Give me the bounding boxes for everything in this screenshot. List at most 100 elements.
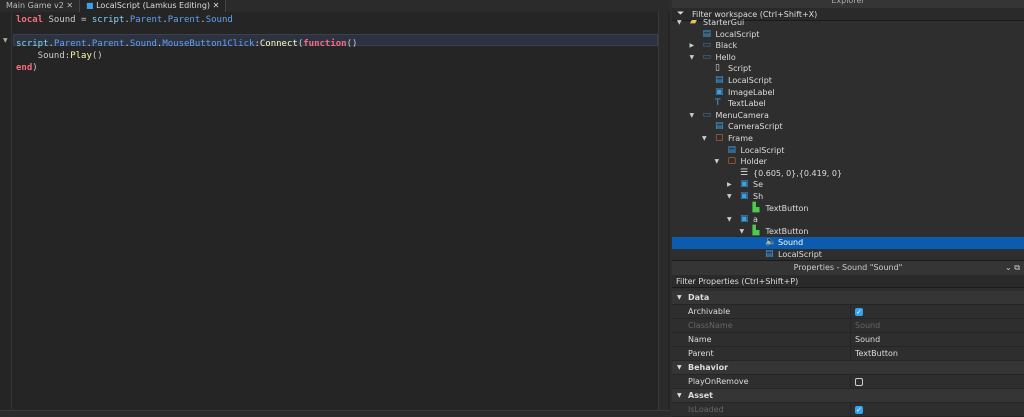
explorer-item[interactable]: ▼ ▢ Frame	[672, 133, 1024, 145]
explorer-item[interactable]: ▣ ImageLabel	[672, 87, 1024, 99]
expand-arrow-icon[interactable]: ▼	[715, 156, 720, 168]
property-row[interactable]: Archivable ✓	[672, 305, 1024, 319]
item-label: LocalScript	[740, 145, 785, 155]
localscript-icon: ▤	[727, 144, 737, 155]
code-token: Sound	[205, 15, 233, 25]
code-token: script	[91, 15, 125, 25]
property-row[interactable]: Name Sound	[672, 333, 1024, 347]
expand-arrow-icon[interactable]: ▼	[727, 214, 732, 226]
property-row[interactable]: Parent TextButton	[672, 347, 1024, 361]
frame-icon: ▢	[715, 133, 724, 143]
explorer-item[interactable]: ▙ TextButton	[672, 203, 1024, 215]
explorer-item[interactable]: T TextLabel	[672, 98, 1024, 110]
item-label: Black	[715, 41, 738, 51]
property-category[interactable]: ▼ Asset	[672, 389, 1024, 403]
property-name: Archivable	[688, 307, 731, 316]
explorer-item[interactable]: ▶ ▭ Black	[672, 40, 1024, 52]
close-icon[interactable]: ✕	[66, 1, 73, 10]
code-token: Parent	[53, 39, 87, 49]
expand-arrow-icon[interactable]: ▼	[702, 133, 707, 145]
checkbox[interactable]: ✓	[855, 308, 863, 316]
tab-bar: Main Game v2 ✕ ■ LocalScript (Lamkus Edi…	[0, 0, 670, 12]
expand-arrow-icon[interactable]: ▼	[740, 226, 745, 238]
sound-icon: 🔈	[765, 237, 777, 248]
explorer-item[interactable]: ▤ LocalScript	[672, 249, 1024, 261]
code-token: Sound	[129, 39, 157, 49]
code-token: ()	[346, 39, 358, 49]
property-value[interactable]: Sound	[850, 319, 1024, 333]
localscript-icon: ▤	[765, 249, 774, 259]
imagebutton-icon: ▣	[740, 214, 749, 225]
property-row[interactable]: IsLoaded ✓	[672, 403, 1024, 417]
explorer-item[interactable]: ▼ ▣ a	[672, 214, 1024, 226]
textbutton-icon: ▙	[752, 225, 760, 236]
property-name: Parent	[688, 349, 714, 358]
property-value[interactable]: Sound	[850, 333, 1024, 347]
code-token: Play	[70, 51, 92, 61]
properties-title-bar: Properties - Sound "Sound" ⌄ ⧉	[672, 261, 1024, 275]
explorer-panel: Explorer ⏷ Filter workspace (Ctrl+Shift+X…	[672, 0, 1024, 261]
item-label: CameraScript	[728, 122, 783, 132]
expand-arrow-icon[interactable]: ▼	[690, 110, 695, 122]
property-category[interactable]: ▼ Data	[672, 291, 1024, 305]
item-label: Sound	[778, 238, 804, 248]
properties-title: Properties - Sound "Sound"	[793, 263, 903, 272]
collapse-arrow-icon[interactable]: ▼	[677, 389, 682, 403]
explorer-item[interactable]: ▼ ▰ StarterGui	[672, 17, 1024, 29]
checkbox[interactable]	[855, 378, 863, 386]
property-category[interactable]: ▼ Behavior	[672, 361, 1024, 375]
script-editor[interactable]: ▼ local Sound = script.Parent.Parent.Sou…	[0, 12, 670, 410]
close-icon[interactable]: ✕	[213, 1, 220, 10]
item-label: Script	[728, 64, 752, 74]
code-token: Parent	[91, 39, 125, 49]
tab-localscript[interactable]: ■ LocalScript (Lamkus Editing) ✕	[80, 0, 227, 12]
item-label: StarterGui	[703, 18, 745, 27]
explorer-item[interactable]: ▼ ▭ Hello	[672, 52, 1024, 64]
property-value[interactable]: TextButton	[850, 347, 1024, 361]
properties-filter-input[interactable]: Filter Properties (Ctrl+Shift+P)	[672, 275, 1024, 288]
vertical-scrollbar[interactable]	[658, 12, 668, 410]
item-label: LocalScript	[778, 250, 822, 259]
explorer-item[interactable]: ☰ {0.605, 0},{0.419, 0}	[672, 168, 1024, 180]
horizontal-scrollbar[interactable]	[0, 410, 670, 417]
code-line: script.Parent.Parent.Sound.MouseButton1C…	[16, 38, 357, 50]
explorer-item[interactable]: ▼ ▣ Sh	[672, 191, 1024, 203]
expand-arrow-icon[interactable]: ▼	[677, 17, 682, 29]
collapse-arrow-icon[interactable]: ▼	[677, 361, 682, 375]
localscript-icon: ■	[86, 1, 94, 10]
expand-arrow-icon[interactable]: ▼	[727, 191, 732, 203]
screengui-icon: ▭	[702, 40, 712, 51]
fold-arrow-icon[interactable]: ▼	[3, 37, 8, 44]
explorer-item[interactable]: ▼ ▢ Holder	[672, 156, 1024, 168]
explorer-item[interactable]: 🔈 Sound	[672, 237, 1024, 249]
explorer-item[interactable]: ▼ ▙ TextButton	[672, 226, 1024, 238]
explorer-item[interactable]: ▤ LocalScript	[672, 29, 1024, 41]
localscript-icon: ▤	[702, 28, 712, 39]
properties-panel: Properties - Sound "Sound" ⌄ ⧉ Filter Pro…	[672, 260, 1024, 417]
explorer-item[interactable]: ▤ LocalScript	[672, 75, 1024, 87]
expand-arrow-icon[interactable]: ▶	[690, 40, 695, 52]
folder-gui-icon: ▰	[690, 17, 697, 27]
code-line: local Sound = script.Parent.Parent.Sound	[16, 14, 233, 26]
expand-arrow-icon[interactable]: ▶	[727, 179, 732, 191]
property-row[interactable]: ClassName Sound	[672, 319, 1024, 333]
property-row[interactable]: PlayOnRemove	[672, 375, 1024, 389]
explorer-item[interactable]: ▶ ▣ Se	[672, 179, 1024, 191]
item-label: Hello	[715, 52, 736, 62]
panel-controls-icon[interactable]: ⌄ ⧉	[1005, 261, 1020, 275]
screengui-icon: ▭	[702, 109, 712, 120]
collapse-arrow-icon[interactable]: ▼	[677, 291, 682, 305]
code-token: )	[32, 63, 38, 73]
filter-placeholder: Filter Properties (Ctrl+Shift+P)	[676, 277, 799, 286]
category-label: Data	[688, 293, 710, 302]
explorer-item[interactable]: ▤ LocalScript	[672, 145, 1024, 157]
item-label: ImageLabel	[728, 87, 775, 97]
category-label: Asset	[688, 391, 713, 400]
explorer-item[interactable]: ▼ ▭ MenuCamera	[672, 110, 1024, 122]
property-name: ClassName	[688, 321, 733, 330]
checkbox[interactable]: ✓	[855, 406, 863, 414]
explorer-item[interactable]: ▯ Script	[672, 63, 1024, 75]
explorer-item[interactable]: ▤ CameraScript	[672, 121, 1024, 133]
expand-arrow-icon[interactable]: ▼	[690, 52, 695, 64]
tab-main-game[interactable]: Main Game v2 ✕	[0, 0, 81, 12]
